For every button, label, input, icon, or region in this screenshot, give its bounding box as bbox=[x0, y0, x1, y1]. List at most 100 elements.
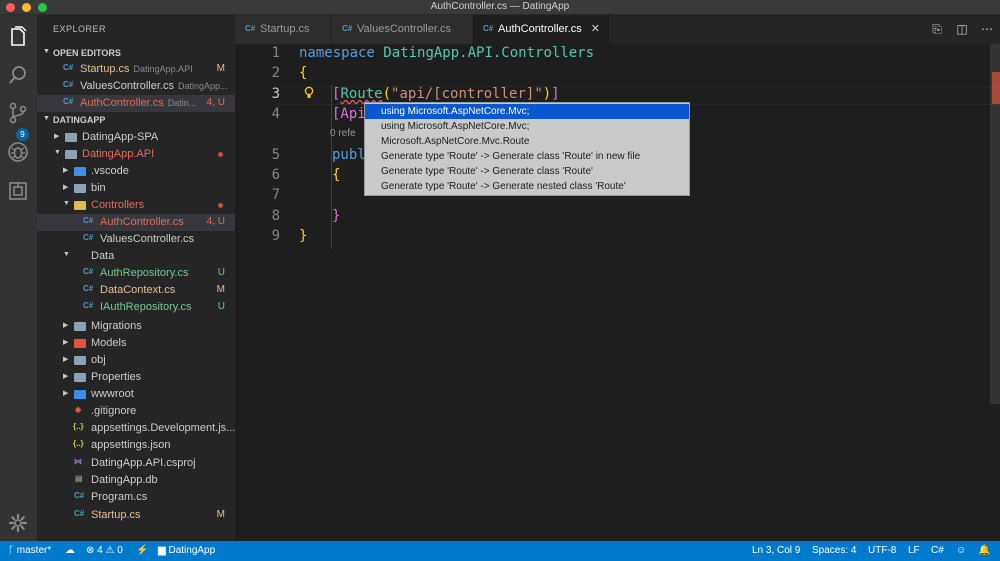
database-file-icon: ▤ bbox=[75, 474, 83, 483]
quick-fix-item[interactable]: Generate type 'Route' -> Generate nested… bbox=[365, 179, 689, 194]
csharp-file-icon: C# bbox=[63, 63, 74, 72]
tab-startup[interactable]: C# Startup.cs bbox=[235, 15, 332, 44]
tab-auth-controller[interactable]: C# AuthController.cs ✕ bbox=[473, 15, 610, 44]
tab-values-controller[interactable]: C# ValuesController.cs bbox=[332, 15, 473, 44]
folder-icon bbox=[65, 133, 77, 142]
encoding-status[interactable]: UTF-8 bbox=[868, 545, 896, 556]
tree-folder-data[interactable]: ▼ Data bbox=[37, 248, 235, 265]
csharp-file-icon: C# bbox=[245, 24, 256, 33]
folder-icon bbox=[74, 322, 86, 331]
open-editor-startup[interactable]: C# Startup.cs DatingApp.API M bbox=[37, 61, 235, 78]
line-number: 7 bbox=[271, 187, 280, 203]
feedback-icon[interactable]: ☺ bbox=[956, 545, 966, 556]
code-line-9: } bbox=[299, 228, 308, 244]
git-branch-icon: ᚴ bbox=[8, 545, 17, 556]
tree-folder-obj[interactable]: ▶ obj bbox=[37, 352, 235, 369]
search-icon[interactable] bbox=[6, 63, 30, 87]
error-scroll-marker bbox=[992, 72, 1000, 104]
error-icon: ⊗ bbox=[86, 545, 98, 556]
cursor-position[interactable]: Ln 3, Col 9 bbox=[752, 545, 800, 556]
notifications-icon[interactable]: 🔔 bbox=[978, 545, 990, 556]
tree-file-auth-controller[interactable]: C# AuthController.cs 4, U bbox=[37, 214, 235, 231]
tree-folder-vscode[interactable]: ▶ .vscode bbox=[37, 163, 235, 180]
tree-file-appsettings-development[interactable]: {..} appsettings.Development.js... bbox=[37, 420, 235, 437]
tree-folder-migrations[interactable]: ▶ Migrations bbox=[37, 318, 235, 335]
lightbulb-icon[interactable] bbox=[304, 86, 314, 100]
tree-file-appsettings[interactable]: {..} appsettings.json bbox=[37, 437, 235, 454]
explorer-sidebar: EXPLORER ▼ OPEN EDITORS C# Startup.cs Dat… bbox=[37, 15, 235, 541]
close-tab-icon[interactable]: ✕ bbox=[591, 22, 600, 35]
chevron-right-icon: ▶ bbox=[63, 390, 69, 397]
chevron-right-icon: ▶ bbox=[54, 133, 60, 140]
csharp-file-icon: C# bbox=[83, 233, 94, 242]
window-title: AuthController.cs — DatingApp bbox=[430, 1, 570, 12]
quick-fix-item[interactable]: using Microsoft.AspNetCore.Mvc; bbox=[365, 119, 689, 134]
tree-file-data-context[interactable]: C# DataContext.cs M bbox=[37, 282, 235, 299]
csharp-file-icon: C# bbox=[63, 97, 74, 106]
tree-folder-datingapp-api[interactable]: ▼ DatingApp.API bbox=[37, 146, 235, 163]
quick-fix-item[interactable]: using Microsoft.AspNetCore.Mvc; bbox=[365, 104, 689, 119]
folder-open-icon bbox=[74, 201, 86, 210]
quick-fix-item[interactable]: Generate type 'Route' -> Generate class … bbox=[365, 149, 689, 164]
tree-folder-models[interactable]: ▶ Models bbox=[37, 335, 235, 352]
tree-file-auth-repository[interactable]: C# AuthRepository.cs U bbox=[37, 265, 235, 282]
activity-bar: 9 bbox=[0, 15, 37, 541]
chevron-right-icon: ▶ bbox=[63, 184, 69, 191]
project-status[interactable]: ▆ DatingApp bbox=[158, 545, 215, 556]
models-folder-icon bbox=[74, 339, 86, 348]
language-status[interactable]: C# bbox=[931, 545, 944, 556]
tree-file-startup[interactable]: C# Startup.cs M bbox=[37, 507, 235, 524]
settings-gear-icon[interactable] bbox=[6, 511, 30, 535]
tree-file-iauth-repository[interactable]: C# IAuthRepository.cs U bbox=[37, 299, 235, 316]
sync-icon[interactable]: ☁ bbox=[65, 545, 75, 556]
chevron-right-icon: ▶ bbox=[63, 373, 69, 380]
explorer-icon[interactable] bbox=[6, 25, 30, 49]
debug-icon[interactable] bbox=[6, 140, 30, 164]
open-editor-values-controller[interactable]: C# ValuesController.cs DatingApp... bbox=[37, 78, 235, 95]
folder-icon bbox=[74, 356, 86, 365]
tree-folder-datingapp-spa[interactable]: ▶ DatingApp-SPA bbox=[37, 129, 235, 146]
open-changes-icon[interactable]: ⎘ bbox=[930, 22, 944, 36]
tree-file-values-controller[interactable]: C# ValuesController.cs bbox=[37, 231, 235, 248]
tree-file-gitignore[interactable]: ◆ .gitignore bbox=[37, 403, 235, 420]
tree-folder-controllers[interactable]: ▼ Controllers bbox=[37, 197, 235, 214]
references-codelens[interactable]: 0 refe bbox=[330, 128, 356, 139]
branch-status[interactable]: ᚴ master* bbox=[8, 545, 51, 556]
csharp-file-icon: C# bbox=[342, 24, 353, 33]
line-number: 6 bbox=[271, 167, 280, 183]
quick-fix-item[interactable]: Microsoft.AspNetCore.Mvc.Route bbox=[365, 134, 689, 149]
code-line-3: [Route("api/[controller]")] bbox=[332, 86, 560, 102]
line-number: 1 bbox=[271, 45, 280, 61]
eol-status[interactable]: LF bbox=[908, 545, 920, 556]
tree-folder-wwwroot[interactable]: ▶ wwwroot bbox=[37, 386, 235, 403]
more-actions-icon[interactable]: ⋯ bbox=[980, 22, 994, 36]
tree-folder-properties[interactable]: ▶ Properties bbox=[37, 369, 235, 386]
tree-file-db[interactable]: ▤ DatingApp.db bbox=[37, 472, 235, 489]
tree-folder-bin[interactable]: ▶ bin bbox=[37, 180, 235, 197]
line-number: 9 bbox=[271, 228, 280, 244]
code-line-1: namespace DatingApp.API.Controllers bbox=[299, 45, 595, 61]
line-number: 5 bbox=[271, 147, 280, 163]
csharp-file-icon: C# bbox=[83, 216, 94, 225]
lightning-icon[interactable]: ⚡ bbox=[136, 545, 148, 556]
quick-fix-item[interactable]: Generate type 'Route' -> Generate class … bbox=[365, 164, 689, 179]
folder-open-icon bbox=[65, 150, 77, 159]
visual-studio-icon: ⋈ bbox=[74, 457, 82, 466]
problems-status[interactable]: ⊗ 4 ⚠ 0 bbox=[86, 545, 123, 556]
line-number: 4 bbox=[271, 106, 280, 122]
open-editors-header[interactable]: ▼ OPEN EDITORS bbox=[37, 45, 235, 62]
json-file-icon: {..} bbox=[73, 422, 84, 431]
csharp-file-icon: C# bbox=[74, 509, 85, 518]
indentation-status[interactable]: Spaces: 4 bbox=[812, 545, 856, 556]
csharp-file-icon: C# bbox=[63, 80, 74, 89]
source-control-icon[interactable] bbox=[6, 101, 30, 125]
tree-file-csproj[interactable]: ⋈ DatingApp.API.csproj bbox=[37, 455, 235, 472]
extensions-icon[interactable] bbox=[6, 179, 30, 203]
chevron-down-icon: ▼ bbox=[63, 200, 70, 207]
project-header[interactable]: ▼ DATINGAPP bbox=[37, 112, 235, 129]
chevron-down-icon: ▼ bbox=[54, 149, 61, 156]
open-editor-auth-controller[interactable]: C# AuthController.cs Datin... 4, U bbox=[37, 95, 235, 112]
status-bar: ᚴ master* ☁ ⊗ 4 ⚠ 0 ⚡ ▆ DatingApp Ln 3, … bbox=[0, 541, 1000, 561]
split-editor-icon[interactable]: ◫ bbox=[955, 22, 969, 36]
tree-file-program[interactable]: C# Program.cs bbox=[37, 489, 235, 506]
